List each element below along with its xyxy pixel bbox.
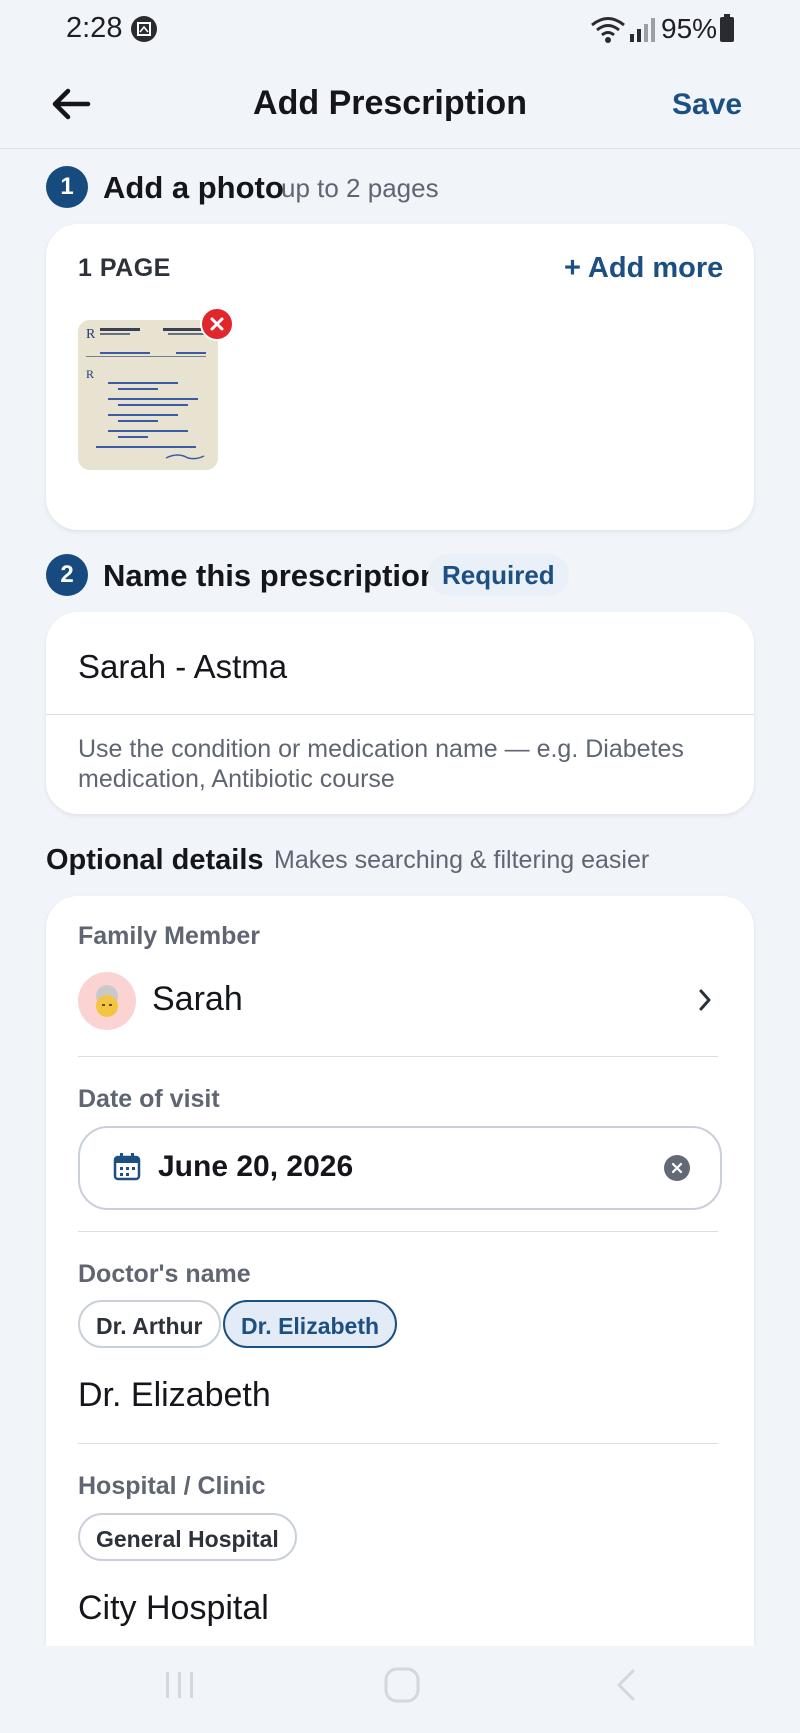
optional-title: Optional details	[46, 844, 264, 876]
hospital-clinic-label: Hospital / Clinic	[78, 1472, 266, 1500]
battery-percent: 95%	[661, 13, 718, 44]
family-member-label: Family Member	[78, 922, 261, 950]
page-count: 1 PAGE	[78, 254, 171, 282]
date-of-visit-label: Date of visit	[78, 1085, 220, 1113]
status-bar: 2:28 95%	[0, 0, 800, 62]
doctor-name-label: Doctor's name	[78, 1260, 251, 1288]
divider	[78, 1443, 718, 1444]
optional-subtitle: Makes searching & filtering easier	[274, 846, 650, 874]
wifi-icon	[591, 17, 625, 43]
doctor-chip-arthur[interactable]: Dr. Arthur	[78, 1300, 221, 1348]
svg-text:R: R	[86, 327, 96, 342]
status-time: 2:28	[66, 12, 123, 44]
chevron-right-icon	[699, 989, 711, 1011]
doctor-name-input[interactable]: Dr. Elizabeth	[78, 1376, 271, 1415]
svg-text:R: R	[86, 367, 94, 381]
name-help-text: Use the condition or medication name — e…	[78, 735, 684, 793]
page-title: Add Prescription	[253, 84, 527, 122]
hospital-clinic-input[interactable]: City Hospital	[78, 1589, 269, 1628]
prescription-thumbnail[interactable]: R R	[78, 320, 218, 470]
recent-apps-icon[interactable]	[163, 1668, 197, 1702]
close-icon	[671, 1162, 683, 1174]
avatar	[78, 972, 136, 1030]
back-nav-icon[interactable]	[614, 1668, 638, 1702]
prescription-page-image: R R	[78, 320, 218, 470]
navigation-bar	[0, 1646, 800, 1733]
required-badge: Required	[428, 554, 569, 596]
clear-date-button[interactable]	[664, 1155, 690, 1181]
step-1-badge: 1	[46, 166, 88, 208]
add-more-button[interactable]: + Add more	[564, 252, 723, 285]
step-1-subtitle: up to 2 pages	[281, 173, 439, 203]
calendar-icon	[113, 1153, 141, 1181]
remove-page-button[interactable]	[200, 307, 234, 341]
name-card: Use the condition or medication name — e…	[46, 612, 754, 814]
divider	[78, 1231, 718, 1232]
date-of-visit-field[interactable]: June 20, 2026	[78, 1126, 722, 1210]
hospital-chip-general[interactable]: General Hospital	[78, 1513, 297, 1561]
battery-icon	[720, 14, 734, 42]
step-2-title: Name this prescription	[103, 558, 439, 593]
family-member-name: Sarah	[152, 980, 243, 1018]
date-value: June 20, 2026	[158, 1150, 354, 1183]
image-notification-icon	[131, 16, 157, 42]
signal-icon	[630, 18, 655, 42]
photo-card: 1 PAGE + Add more R R	[46, 224, 754, 530]
step-1-title: Add a photo	[103, 170, 284, 205]
prescription-name-input[interactable]	[78, 642, 718, 692]
optional-details-card: Family Member Sarah Date of visit June 2…	[46, 896, 754, 1646]
close-icon	[210, 317, 224, 331]
home-icon[interactable]	[383, 1666, 421, 1704]
step-2-badge: 2	[46, 554, 88, 596]
divider	[78, 1056, 718, 1057]
elderly-person-avatar	[96, 985, 118, 1017]
divider	[46, 714, 754, 715]
doctor-chip-elizabeth[interactable]: Dr. Elizabeth	[223, 1300, 398, 1348]
app-bar: Add Prescription Save	[0, 62, 800, 149]
save-button[interactable]: Save	[672, 88, 742, 122]
